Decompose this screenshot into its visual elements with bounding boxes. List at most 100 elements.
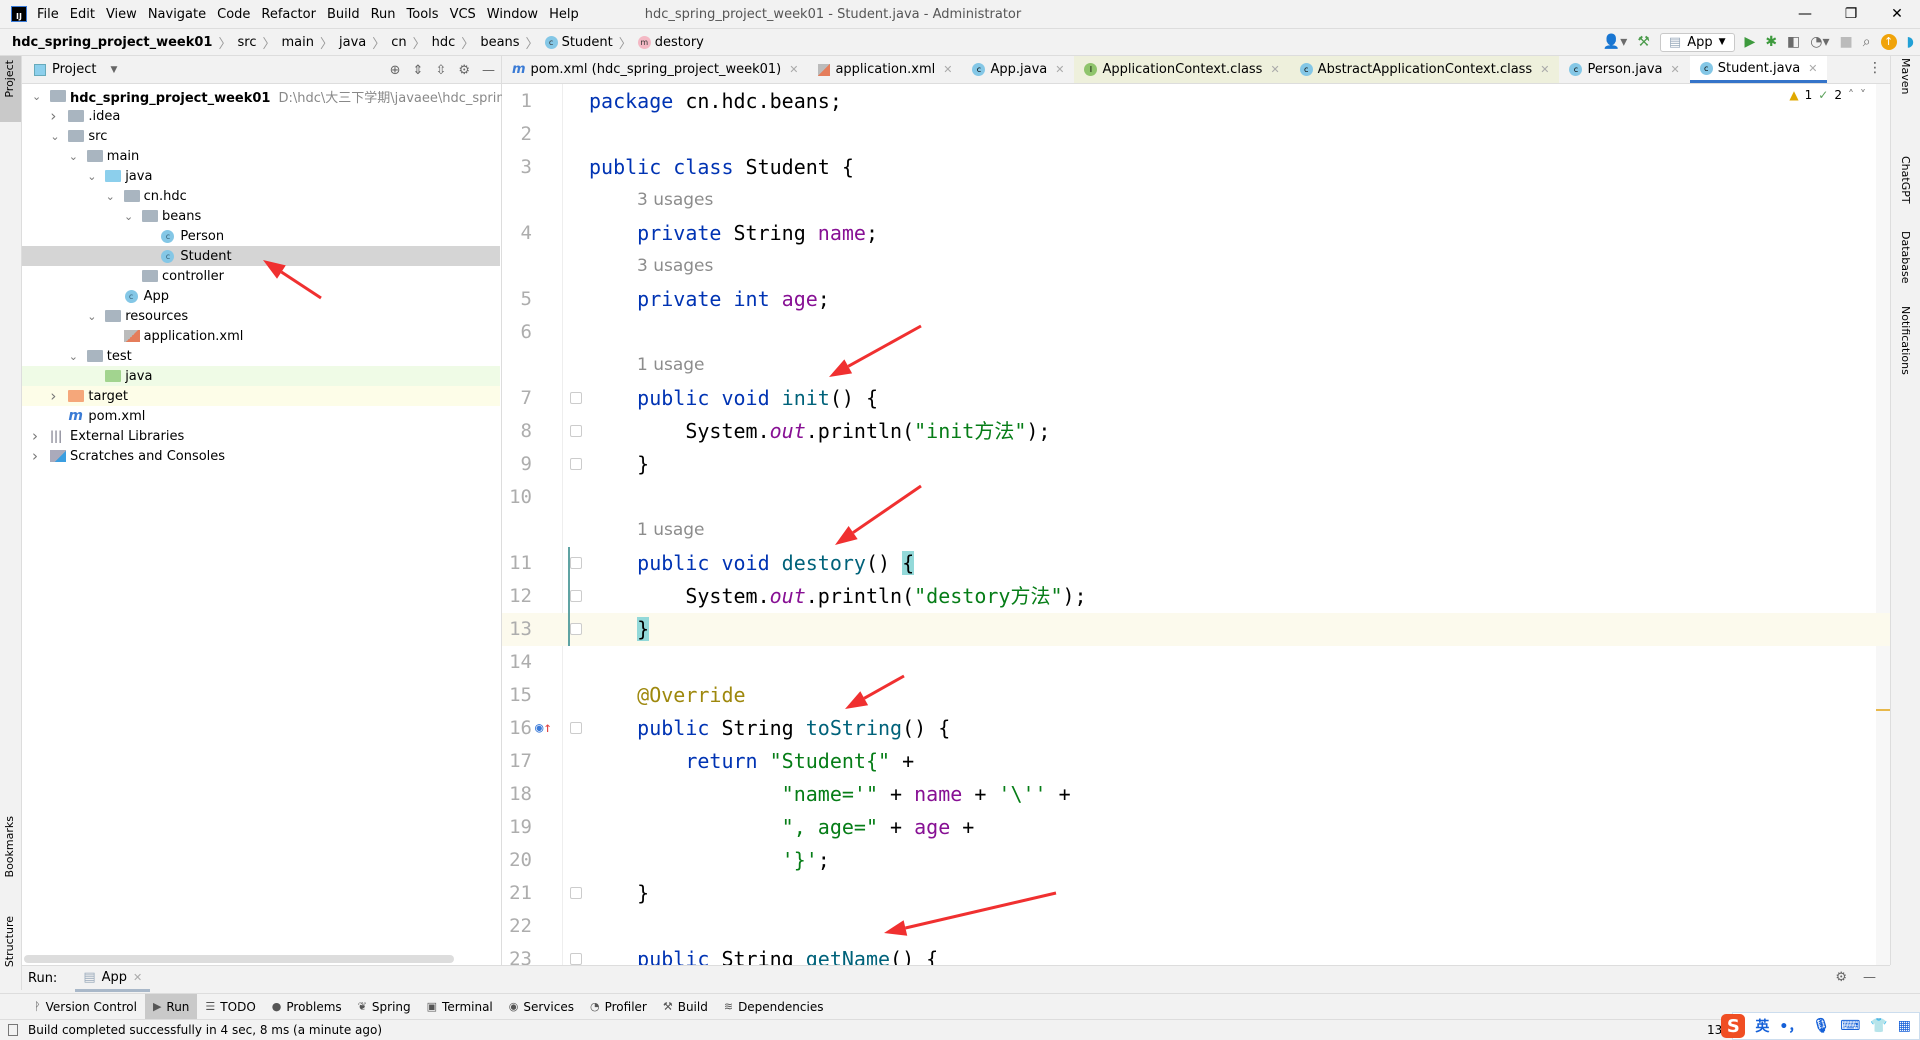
breadcrumb-item[interactable]: hdc_spring_project_week01 [12,33,212,52]
tool-tab-dependencies[interactable]: ≋ Dependencies [716,994,832,1019]
usage-hint[interactable]: 3 usages [502,184,1890,217]
code-editor[interactable]: 1 package cn.hdc.beans; 2 3 public class Stu… [502,84,1890,965]
chevron-right-icon[interactable]: › [32,447,42,465]
stop-icon[interactable]: ■ [1840,34,1853,50]
microphone-icon[interactable]: 🎙 [1812,1018,1830,1034]
collapse-all-icon[interactable]: ⇳ [435,63,446,78]
tree-item-application-xml[interactable]: application.xml [22,326,500,346]
close-tab-icon[interactable]: ✕ [789,63,798,76]
tool-tab-build[interactable]: ⚒ Build [655,994,716,1019]
breadcrumb-item[interactable]: 〉 cn [366,33,406,52]
tab-person-java[interactable]: c Person.java ✕ [1559,56,1689,83]
tree-item-controller[interactable]: controller [22,266,500,286]
tool-tab-run[interactable]: ▶ Run [144,994,198,1019]
coverage-icon[interactable]: ◧ [1787,34,1800,50]
chevron-down-icon[interactable]: ▼ [110,65,117,75]
tree-item-src[interactable]: ⌄ src [22,126,500,146]
menu-tools[interactable]: Tools [407,7,439,22]
usage-hint-text[interactable]: 3 usages [589,184,713,217]
horizontal-scrollbar[interactable] [24,955,454,963]
chevron-down-icon[interactable]: ⌄ [32,90,42,103]
bookmarks-tool-button[interactable]: Bookmarks [3,816,16,877]
menu-code[interactable]: Code [217,7,250,22]
status-message[interactable]: Build completed successfully in 4 sec, 8… [28,1023,382,1037]
status-toggle-icon[interactable] [8,1024,18,1036]
gear-icon[interactable]: ⚙ [458,63,470,78]
chevron-down-icon[interactable]: ⌄ [69,150,79,163]
menu-help[interactable]: Help [549,7,579,22]
expand-all-icon[interactable]: ⇕ [413,63,424,78]
vcs-user-icon[interactable]: 👤▾ [1603,34,1627,50]
menu-edit[interactable]: Edit [70,7,95,22]
structure-tool-button[interactable]: Structure [3,916,16,967]
tool-button-maven[interactable]: Maven [1899,58,1912,94]
usage-hint-text[interactable]: 1 usage [589,349,705,382]
usage-hint-text[interactable]: 1 usage [589,514,705,547]
close-tab-icon[interactable]: ✕ [1671,63,1680,76]
project-tool-button[interactable]: Project [0,56,21,122]
fold-marker-icon[interactable] [570,623,582,635]
tree-item-student[interactable]: c Student [22,246,500,266]
change-marker[interactable] [568,547,570,646]
keyboard-icon[interactable]: ⌨ [1840,1018,1860,1034]
chevron-down-icon[interactable]: ⌄ [87,170,97,183]
tree-item-beans[interactable]: ⌄ beans [22,206,500,226]
run-icon[interactable]: ▶ [1745,34,1756,50]
chevron-down-icon[interactable]: ⌄ [106,190,116,203]
tree-item-test[interactable]: ⌄ test [22,346,500,366]
build-hammer-icon[interactable]: ⚒ [1637,34,1650,50]
tree-item-main[interactable]: ⌄ main [22,146,500,166]
usage-hint[interactable]: 3 usages [502,250,1890,283]
fold-marker-icon[interactable] [570,887,582,899]
menu-window[interactable]: Window [487,7,538,22]
hide-panel-icon[interactable]: — [1863,970,1876,985]
more-tabs-icon[interactable]: ⋮ [1868,60,1882,76]
restore-button[interactable]: ❐ [1828,0,1874,28]
debug-icon[interactable]: ✱ [1765,34,1777,50]
fold-marker-icon[interactable] [570,722,582,734]
fold-marker-icon[interactable] [570,557,582,569]
previous-highlight-icon[interactable]: ˄ [1848,88,1854,102]
close-icon[interactable]: ✕ [133,971,142,984]
update-icon[interactable]: ↑ [1880,34,1897,50]
minimize-button[interactable]: — [1782,0,1828,28]
tool-tab-spring[interactable]: ❦ Spring [350,994,419,1019]
project-view-select[interactable]: Project [52,62,96,77]
tree-item-java[interactable]: ⌄ java [22,166,500,186]
overrides-method-icon[interactable]: ◉↑ [535,712,552,745]
menu-vcs[interactable]: VCS [450,7,476,22]
menu-navigate[interactable]: Navigate [148,7,206,22]
profiler-icon[interactable]: ◔▾ [1810,34,1829,50]
tree-item-pom-xml[interactable]: m pom.xml [22,406,500,426]
tab-pom-xml-hdc-spring-project-week01-[interactable]: m pom.xml (hdc_spring_project_week01) ✕ [502,56,808,83]
tab-abstractapplicationcontext-class[interactable]: c AbstractApplicationContext.class ✕ [1289,56,1560,83]
tool-button-notifications[interactable]: Notifications [1899,306,1912,375]
menu-build[interactable]: Build [327,7,360,22]
tree-item--idea[interactable]: › .idea [22,106,500,126]
chevron-down-icon[interactable]: ⌄ [124,210,134,223]
ime-language[interactable]: 英 [1755,1016,1769,1036]
tree-item-java[interactable]: java [22,366,500,386]
fold-marker-icon[interactable] [570,392,582,404]
locate-file-icon[interactable]: ⊕ [390,63,401,78]
hide-panel-icon[interactable]: — [482,63,495,78]
chevron-right-icon[interactable]: › [50,107,60,125]
fold-marker-icon[interactable] [570,425,582,437]
search-icon[interactable]: ⌕ [1863,34,1871,50]
tab-applicationcontext-class[interactable]: I ApplicationContext.class ✕ [1074,56,1290,83]
run-configuration-select[interactable]: ▤ App ▼ [1659,32,1735,52]
fold-marker-icon[interactable] [570,458,582,470]
tool-button-database[interactable]: Database [1899,231,1912,284]
menu-view[interactable]: View [106,7,137,22]
usage-hint[interactable]: 1 usage [502,514,1890,547]
menu-file[interactable]: File [37,7,59,22]
tab-app-java[interactable]: c App.java ✕ [962,56,1074,83]
tree-item-app[interactable]: c App [22,286,500,306]
next-highlight-icon[interactable]: ˅ [1860,88,1866,102]
breadcrumb-item[interactable]: 〉 java [314,33,366,52]
tool-tab-version-control[interactable]: ᚹ Version Control [26,994,145,1019]
close-tab-icon[interactable]: ✕ [943,63,952,76]
fold-marker-icon[interactable] [570,590,582,602]
gear-icon[interactable]: ⚙ [1835,970,1847,985]
tool-tab-todo[interactable]: ☰ TODO [197,994,263,1019]
